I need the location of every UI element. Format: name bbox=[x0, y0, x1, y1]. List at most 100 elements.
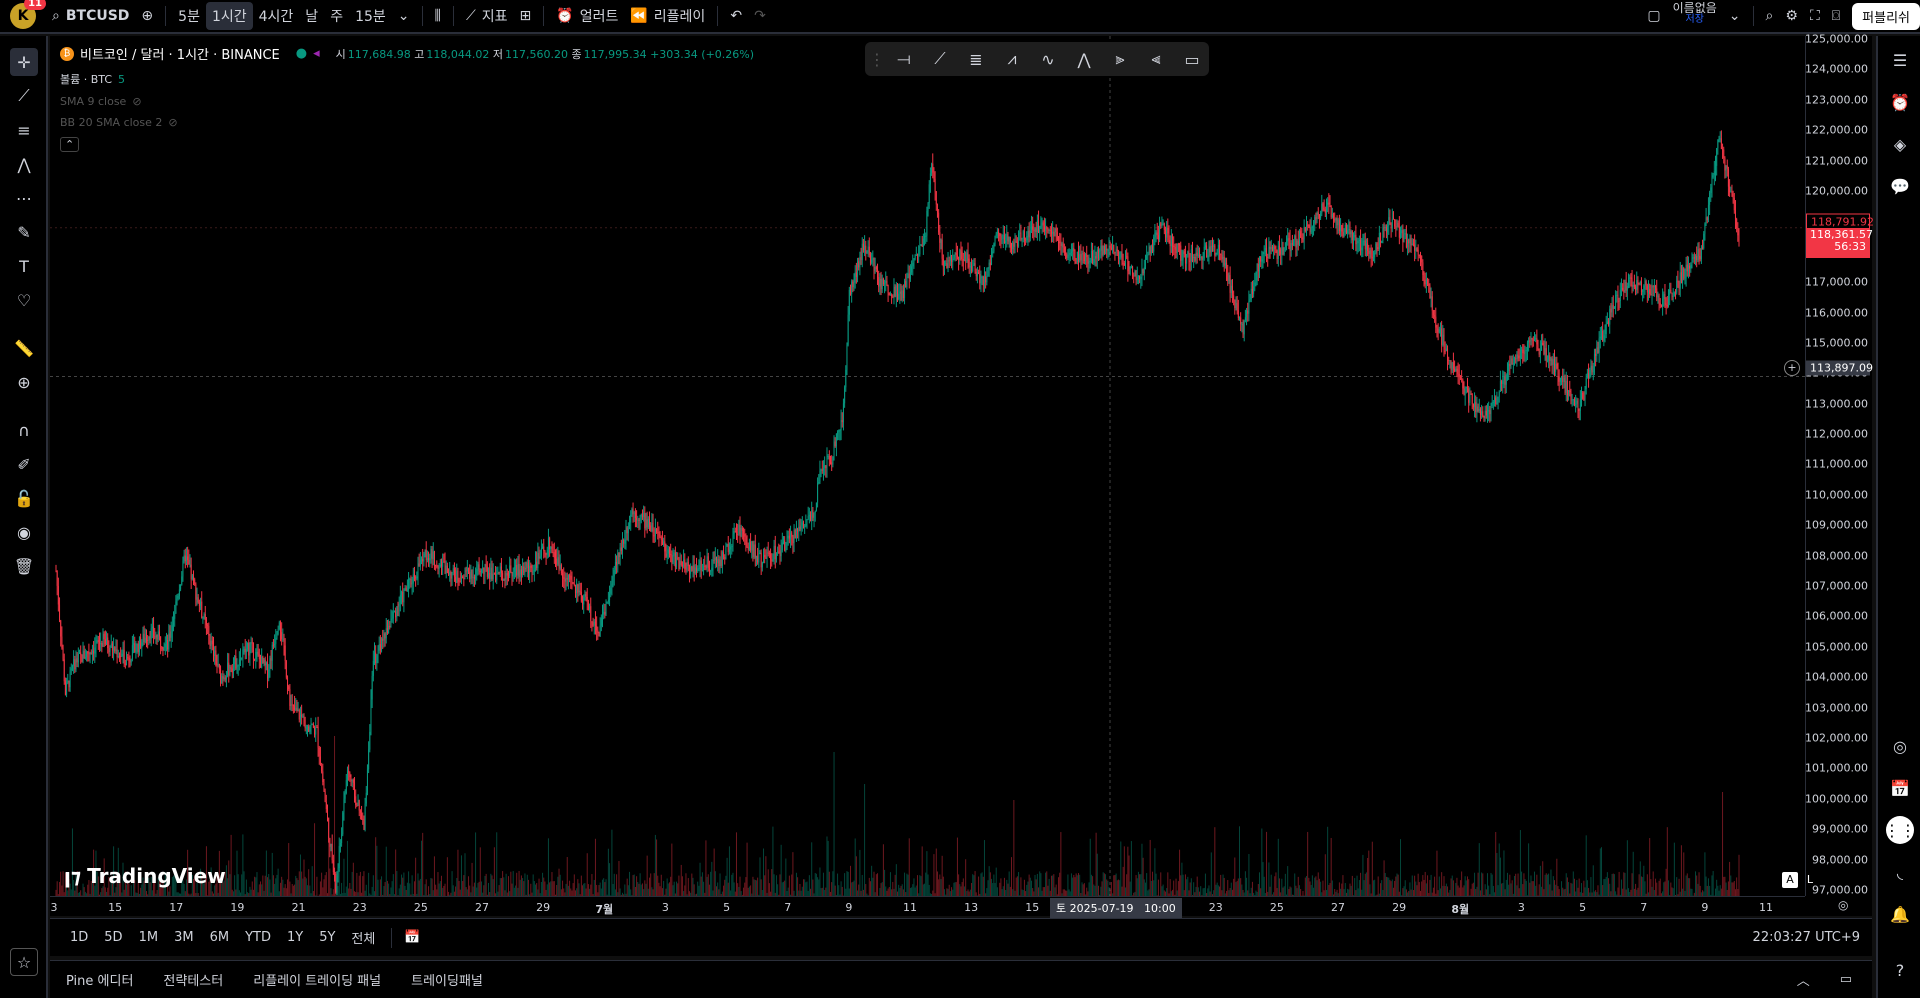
lock-icon[interactable]: 🔓 bbox=[10, 484, 38, 512]
legend-title[interactable]: 비트코인 / 달러 · 1시간 · BINANCE bbox=[80, 44, 280, 63]
range-all[interactable]: 전체 bbox=[347, 926, 379, 949]
forecast-icon[interactable]: ⋯ bbox=[10, 184, 38, 212]
maximize-panel-icon[interactable]: ▭ bbox=[1840, 972, 1852, 987]
alarm-clock-icon[interactable]: ⏰ bbox=[1886, 88, 1914, 116]
volume-bar bbox=[1369, 884, 1371, 896]
brush-icon[interactable]: ✎ bbox=[10, 218, 38, 246]
interval-day[interactable]: 날 bbox=[299, 2, 324, 30]
tradingview-logo[interactable]: ꞁ⁊ TradingView bbox=[64, 864, 226, 888]
drag-handle-icon[interactable]: ⋮ bbox=[869, 46, 885, 72]
templates-button[interactable]: ⊞ bbox=[514, 2, 538, 30]
abcd-pattern-icon[interactable]: ⋀ bbox=[1069, 46, 1099, 72]
range-5y[interactable]: 5Y bbox=[315, 928, 339, 947]
apps-grid-icon[interactable]: ⋮⋮ bbox=[1884, 816, 1916, 844]
interval-dropdown[interactable]: ⌄ bbox=[392, 2, 416, 30]
watchlist-icon[interactable]: ☰ bbox=[1886, 46, 1914, 74]
help-icon[interactable]: ? bbox=[1886, 956, 1914, 984]
replay-button[interactable]: ⏪ 리플레이 bbox=[624, 2, 711, 30]
rss-icon[interactable]: ◟ bbox=[1886, 858, 1914, 886]
price-axis[interactable]: 125,000.00 124,000.00 123,000.00 122,000.00… bbox=[1805, 33, 1872, 896]
publish-button[interactable]: 퍼블리쉬 bbox=[1852, 2, 1920, 30]
goto-date-icon[interactable]: 📅 bbox=[404, 930, 420, 945]
chat-icon[interactable]: 💬 bbox=[1886, 172, 1914, 200]
long-position-icon[interactable]: ⫸ bbox=[1105, 46, 1135, 72]
interval-15m[interactable]: 15분 bbox=[349, 2, 392, 30]
hidden-eye-icon[interactable]: ⊘ bbox=[168, 116, 177, 129]
rectangle-icon[interactable]: ▭ bbox=[1177, 46, 1207, 72]
add-alert-icon[interactable]: + bbox=[1784, 360, 1800, 376]
interval-1h[interactable]: 1시간 bbox=[205, 2, 253, 30]
chart-pane[interactable]: ₿ 비트코인 / 달러 · 1시간 · BINANCE ● ◂ 시 117,684… bbox=[50, 33, 1874, 918]
eye-icon[interactable]: ◉ bbox=[10, 518, 38, 546]
bell-icon[interactable]: 🔔 bbox=[1886, 900, 1914, 928]
settings-button[interactable]: ⚙ bbox=[1779, 2, 1804, 30]
utc-clock[interactable]: 22:03:27 UTC+9 bbox=[1753, 930, 1860, 945]
range-1d[interactable]: 1D bbox=[66, 928, 92, 947]
sma-legend-row[interactable]: SMA 9 close ⊘ bbox=[60, 95, 754, 108]
range-3m[interactable]: 3M bbox=[170, 928, 198, 947]
fib-lines-icon[interactable]: ≡ bbox=[10, 116, 38, 144]
trend-line-icon[interactable]: ⟋ bbox=[925, 46, 955, 72]
fullscreen-button[interactable]: ⛶ bbox=[1804, 2, 1826, 30]
tab-pine-editor[interactable]: Pine 에디터 bbox=[66, 970, 133, 989]
volume-bar bbox=[1707, 878, 1709, 896]
tab-replay-trading-panel[interactable]: 리플레이 트레이딩 패널 bbox=[253, 970, 381, 989]
parallel-channel-icon[interactable]: ≣ bbox=[961, 46, 991, 72]
auto-scale-toggle[interactable]: A bbox=[1782, 872, 1798, 888]
interval-5m[interactable]: 5분 bbox=[172, 2, 206, 30]
trend-line-icon[interactable]: ⟋ bbox=[10, 82, 38, 110]
star-icon[interactable]: ☆ bbox=[10, 948, 38, 976]
candle-body bbox=[316, 727, 318, 729]
horizontal-ray-icon[interactable]: ⟞ bbox=[889, 46, 919, 72]
candle-body bbox=[1269, 246, 1271, 250]
snapshot-button[interactable]: ⌼ bbox=[1826, 2, 1846, 30]
layout-dropdown[interactable]: ⌄ bbox=[1723, 2, 1747, 30]
lock-pencil-icon[interactable]: ✐ bbox=[10, 450, 38, 478]
heart-icon[interactable]: ♡ bbox=[10, 286, 38, 314]
compare-symbol-button[interactable]: ⊕ bbox=[135, 2, 159, 30]
fullscreen-checkbox[interactable]: ▢ bbox=[1641, 2, 1666, 30]
price-chart-canvas[interactable] bbox=[50, 36, 1805, 896]
layers-icon[interactable]: ◈ bbox=[1886, 130, 1914, 158]
crosshair-icon[interactable]: ✛ bbox=[10, 48, 38, 76]
short-position-icon[interactable]: ⫷ bbox=[1141, 46, 1171, 72]
tab-trading-panel[interactable]: 트레이딩패널 bbox=[411, 970, 483, 989]
chevron-up-icon[interactable]: ︿ bbox=[1797, 970, 1810, 989]
elliott-wave-icon[interactable]: ∿ bbox=[1033, 46, 1063, 72]
user-avatar[interactable]: K 11 bbox=[10, 0, 46, 29]
trash-icon[interactable]: 🗑 bbox=[10, 552, 38, 580]
pattern-icon[interactable]: ⋀ bbox=[10, 150, 38, 178]
tab-strategy-tester[interactable]: 전략테스터 bbox=[163, 970, 223, 989]
axis-settings-icon[interactable]: ◎ bbox=[1838, 898, 1848, 912]
layout-menu[interactable]: 이름없음 저장 bbox=[1667, 2, 1723, 30]
time-axis[interactable]: 315171921232527297월357911131517212325272… bbox=[50, 896, 1805, 916]
calendar-icon[interactable]: 📅 bbox=[1886, 774, 1914, 802]
candle-body bbox=[1146, 255, 1148, 260]
zoom-in-icon[interactable]: ⊕ bbox=[10, 368, 38, 396]
range-ytd[interactable]: YTD bbox=[241, 928, 275, 947]
redo-button[interactable]: ↷ bbox=[748, 2, 772, 30]
range-1y[interactable]: 1Y bbox=[283, 928, 307, 947]
range-5d[interactable]: 5D bbox=[100, 928, 126, 947]
target-icon[interactable]: ◎ bbox=[1886, 732, 1914, 760]
interval-4h[interactable]: 4시간 bbox=[253, 2, 300, 30]
alert-button[interactable]: ⏰ 얼러트 bbox=[550, 2, 624, 30]
quick-search-button[interactable]: ⌕ bbox=[1760, 2, 1780, 30]
chart-type-button[interactable]: ⫼ bbox=[429, 2, 447, 30]
indicators-button[interactable]: ⟋ 지표 bbox=[460, 2, 514, 30]
magnet-icon[interactable]: ∩ bbox=[10, 416, 38, 444]
candle-body bbox=[1611, 305, 1613, 313]
symbol-search[interactable]: ⌕ BTCUSD bbox=[46, 2, 135, 30]
text-icon[interactable]: T bbox=[10, 252, 38, 280]
collapse-legend-button[interactable]: ⌃ bbox=[60, 137, 754, 152]
range-1m[interactable]: 1M bbox=[135, 928, 163, 947]
ruler-icon[interactable]: 📏 bbox=[10, 334, 38, 362]
log-scale-toggle[interactable]: L bbox=[1802, 872, 1818, 888]
range-6m[interactable]: 6M bbox=[206, 928, 234, 947]
undo-button[interactable]: ↶ bbox=[724, 2, 748, 30]
interval-week[interactable]: 주 bbox=[324, 2, 349, 30]
hidden-eye-icon[interactable]: ⊘ bbox=[132, 95, 141, 108]
xabcd-pattern-icon[interactable]: ⩘ bbox=[997, 46, 1027, 72]
volume-legend-row[interactable]: 볼륨 · BTC 5 bbox=[60, 71, 754, 87]
bb-legend-row[interactable]: BB 20 SMA close 2 ⊘ bbox=[60, 116, 754, 129]
